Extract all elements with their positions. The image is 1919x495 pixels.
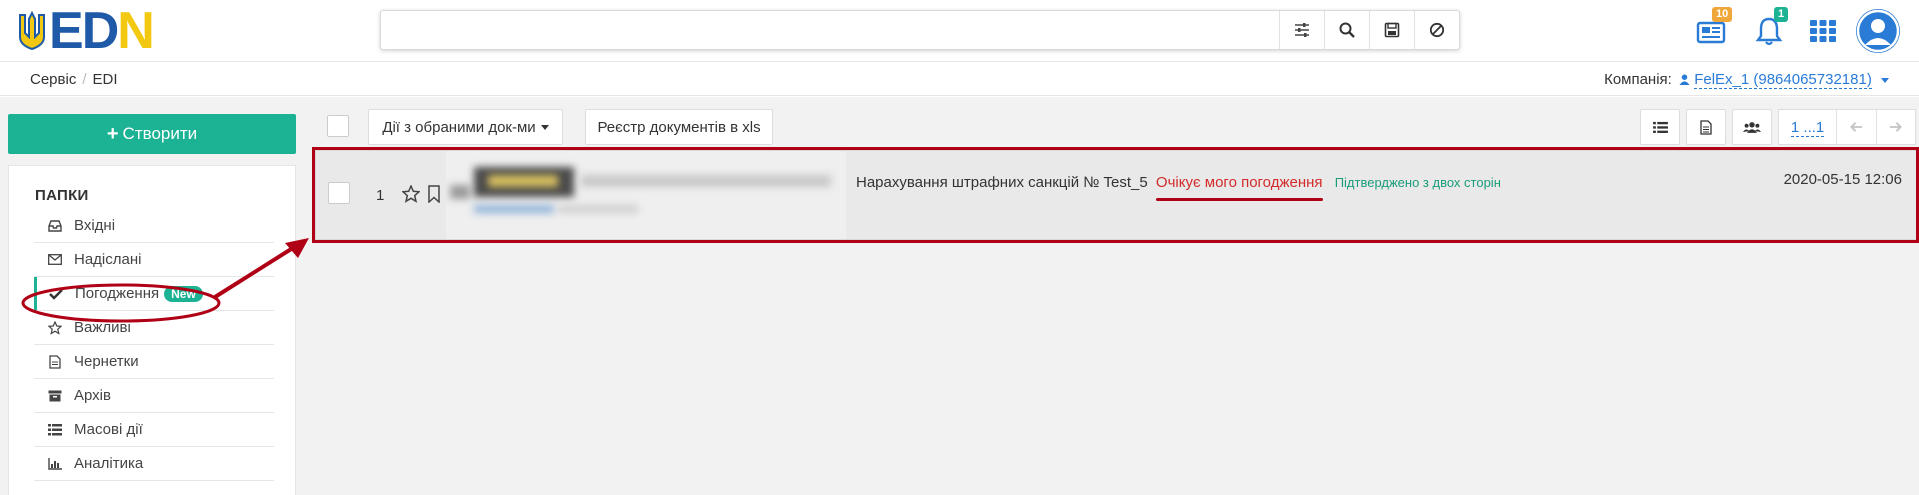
bulk-actions-dropdown[interactable]: Дії з обраними док-ми <box>368 109 563 145</box>
sidebar-item-analytics[interactable]: Аналітика <box>34 447 274 481</box>
bar-chart-icon <box>45 457 65 471</box>
company-selector: Компанія: FelEx_1 (9864065732181) <box>1604 71 1889 89</box>
sidebar-item-label: Архів <box>74 387 111 404</box>
top-bar: EDN 10 1 <box>0 0 1919 62</box>
folders-title: ПАПКИ <box>35 187 89 204</box>
envelope-icon <box>45 253 65 267</box>
sidebar-item-bulk-actions[interactable]: Масові дії <box>34 413 274 447</box>
arrow-left-icon <box>1849 122 1862 132</box>
notifications-count-badge: 1 <box>1774 7 1789 22</box>
breadcrumb: Сервіс / EDI <box>30 71 118 88</box>
next-page-button[interactable] <box>1875 110 1915 144</box>
logo-text: EDN <box>49 2 155 60</box>
sidebar-item-label: Надіслані <box>74 251 142 268</box>
plus-icon: + <box>106 122 119 145</box>
sidebar-item-label: Важливі <box>74 319 131 336</box>
sidebar-item-label: Масові дії <box>74 421 143 438</box>
save-search-button[interactable] <box>1369 11 1414 49</box>
sliders-icon <box>1295 23 1309 37</box>
bulk-actions-label: Дії з обраними док-ми <box>382 118 536 136</box>
file-text-icon <box>1700 119 1712 135</box>
clear-search-button[interactable] <box>1414 11 1459 49</box>
grid-icon <box>1810 20 1836 42</box>
user-avatar[interactable] <box>1856 9 1900 53</box>
new-badge: New <box>164 285 203 302</box>
documents-button[interactable]: 10 <box>1694 7 1733 48</box>
company-dropdown[interactable]: FelEx_1 (9864065732181) <box>1694 71 1872 89</box>
sidebar-item-inbox[interactable]: Вхідні <box>34 209 274 243</box>
search-button[interactable] <box>1324 11 1369 49</box>
user-icon <box>1856 9 1900 53</box>
breadcrumb-item-edi[interactable]: EDI <box>93 71 118 88</box>
create-button-label: Створити <box>122 124 198 143</box>
list-view-button[interactable] <box>1640 109 1680 145</box>
list-icon <box>45 423 65 437</box>
search-icon <box>1339 22 1355 38</box>
chevron-down-icon <box>1881 77 1889 83</box>
search-bar <box>380 10 1460 50</box>
user-small-icon <box>1679 74 1690 85</box>
document-view-button[interactable] <box>1686 109 1726 145</box>
check-icon <box>46 287 66 301</box>
edin-logo[interactable]: EDN <box>17 2 155 60</box>
sidebar: + Створити ПАПКИ Вхідні Надіслані Погодж… <box>0 97 303 495</box>
highlight-annotation-frame <box>312 147 1919 243</box>
save-icon <box>1384 22 1400 38</box>
arrow-right-icon <box>1890 122 1903 132</box>
prev-page-button[interactable] <box>1836 110 1875 144</box>
export-xls-label: Реєстр документів в xls <box>597 118 761 136</box>
users-icon <box>1743 121 1761 133</box>
sidebar-item-label: Вхідні <box>74 217 116 234</box>
export-xls-button[interactable]: Реєстр документів в xls <box>585 109 773 145</box>
search-input[interactable] <box>381 11 1279 49</box>
sidebar-item-label: Погодження <box>75 285 160 302</box>
main-content: Дії з обраними док-ми Реєстр документів … <box>303 97 1919 495</box>
sidebar-item-label: Аналітика <box>74 455 144 472</box>
sidebar-item-important[interactable]: Важливі <box>34 311 274 345</box>
file-icon <box>45 354 65 369</box>
chevron-down-icon <box>540 124 549 130</box>
trident-icon <box>19 11 45 51</box>
sidebar-item-approval[interactable]: Погодження New <box>34 277 274 311</box>
pagination: 1 ...1 <box>1778 109 1916 145</box>
sidebar-item-label: Чернетки <box>74 353 139 370</box>
create-button[interactable]: + Створити <box>8 114 296 154</box>
list-view-icon <box>1652 121 1668 133</box>
documents-count-badge: 10 <box>1712 7 1733 22</box>
sidebar-item-drafts[interactable]: Чернетки <box>34 345 274 379</box>
breadcrumb-bar: Сервіс / EDI Компанія: FelEx_1 (9864065732… <box>0 62 1919 96</box>
ban-icon <box>1429 22 1445 38</box>
inbox-icon <box>45 219 65 233</box>
star-icon <box>45 320 65 335</box>
group-view-button[interactable] <box>1732 109 1772 145</box>
sidebar-item-archive[interactable]: Архів <box>34 379 274 413</box>
apps-menu-button[interactable] <box>1806 14 1840 48</box>
archive-icon <box>45 389 65 403</box>
sidebar-item-sent[interactable]: Надіслані <box>34 243 274 277</box>
notifications-button[interactable]: 1 <box>1752 7 1789 48</box>
page-selector[interactable]: 1 ...1 <box>1779 118 1836 137</box>
breadcrumb-item-service[interactable]: Сервіс <box>30 71 76 88</box>
select-all-checkbox[interactable] <box>327 115 349 137</box>
filter-settings-button[interactable] <box>1279 11 1324 49</box>
company-label: Компанія: <box>1604 71 1672 88</box>
folders-panel: ПАПКИ Вхідні Надіслані Погодження New Ва… <box>8 165 296 495</box>
